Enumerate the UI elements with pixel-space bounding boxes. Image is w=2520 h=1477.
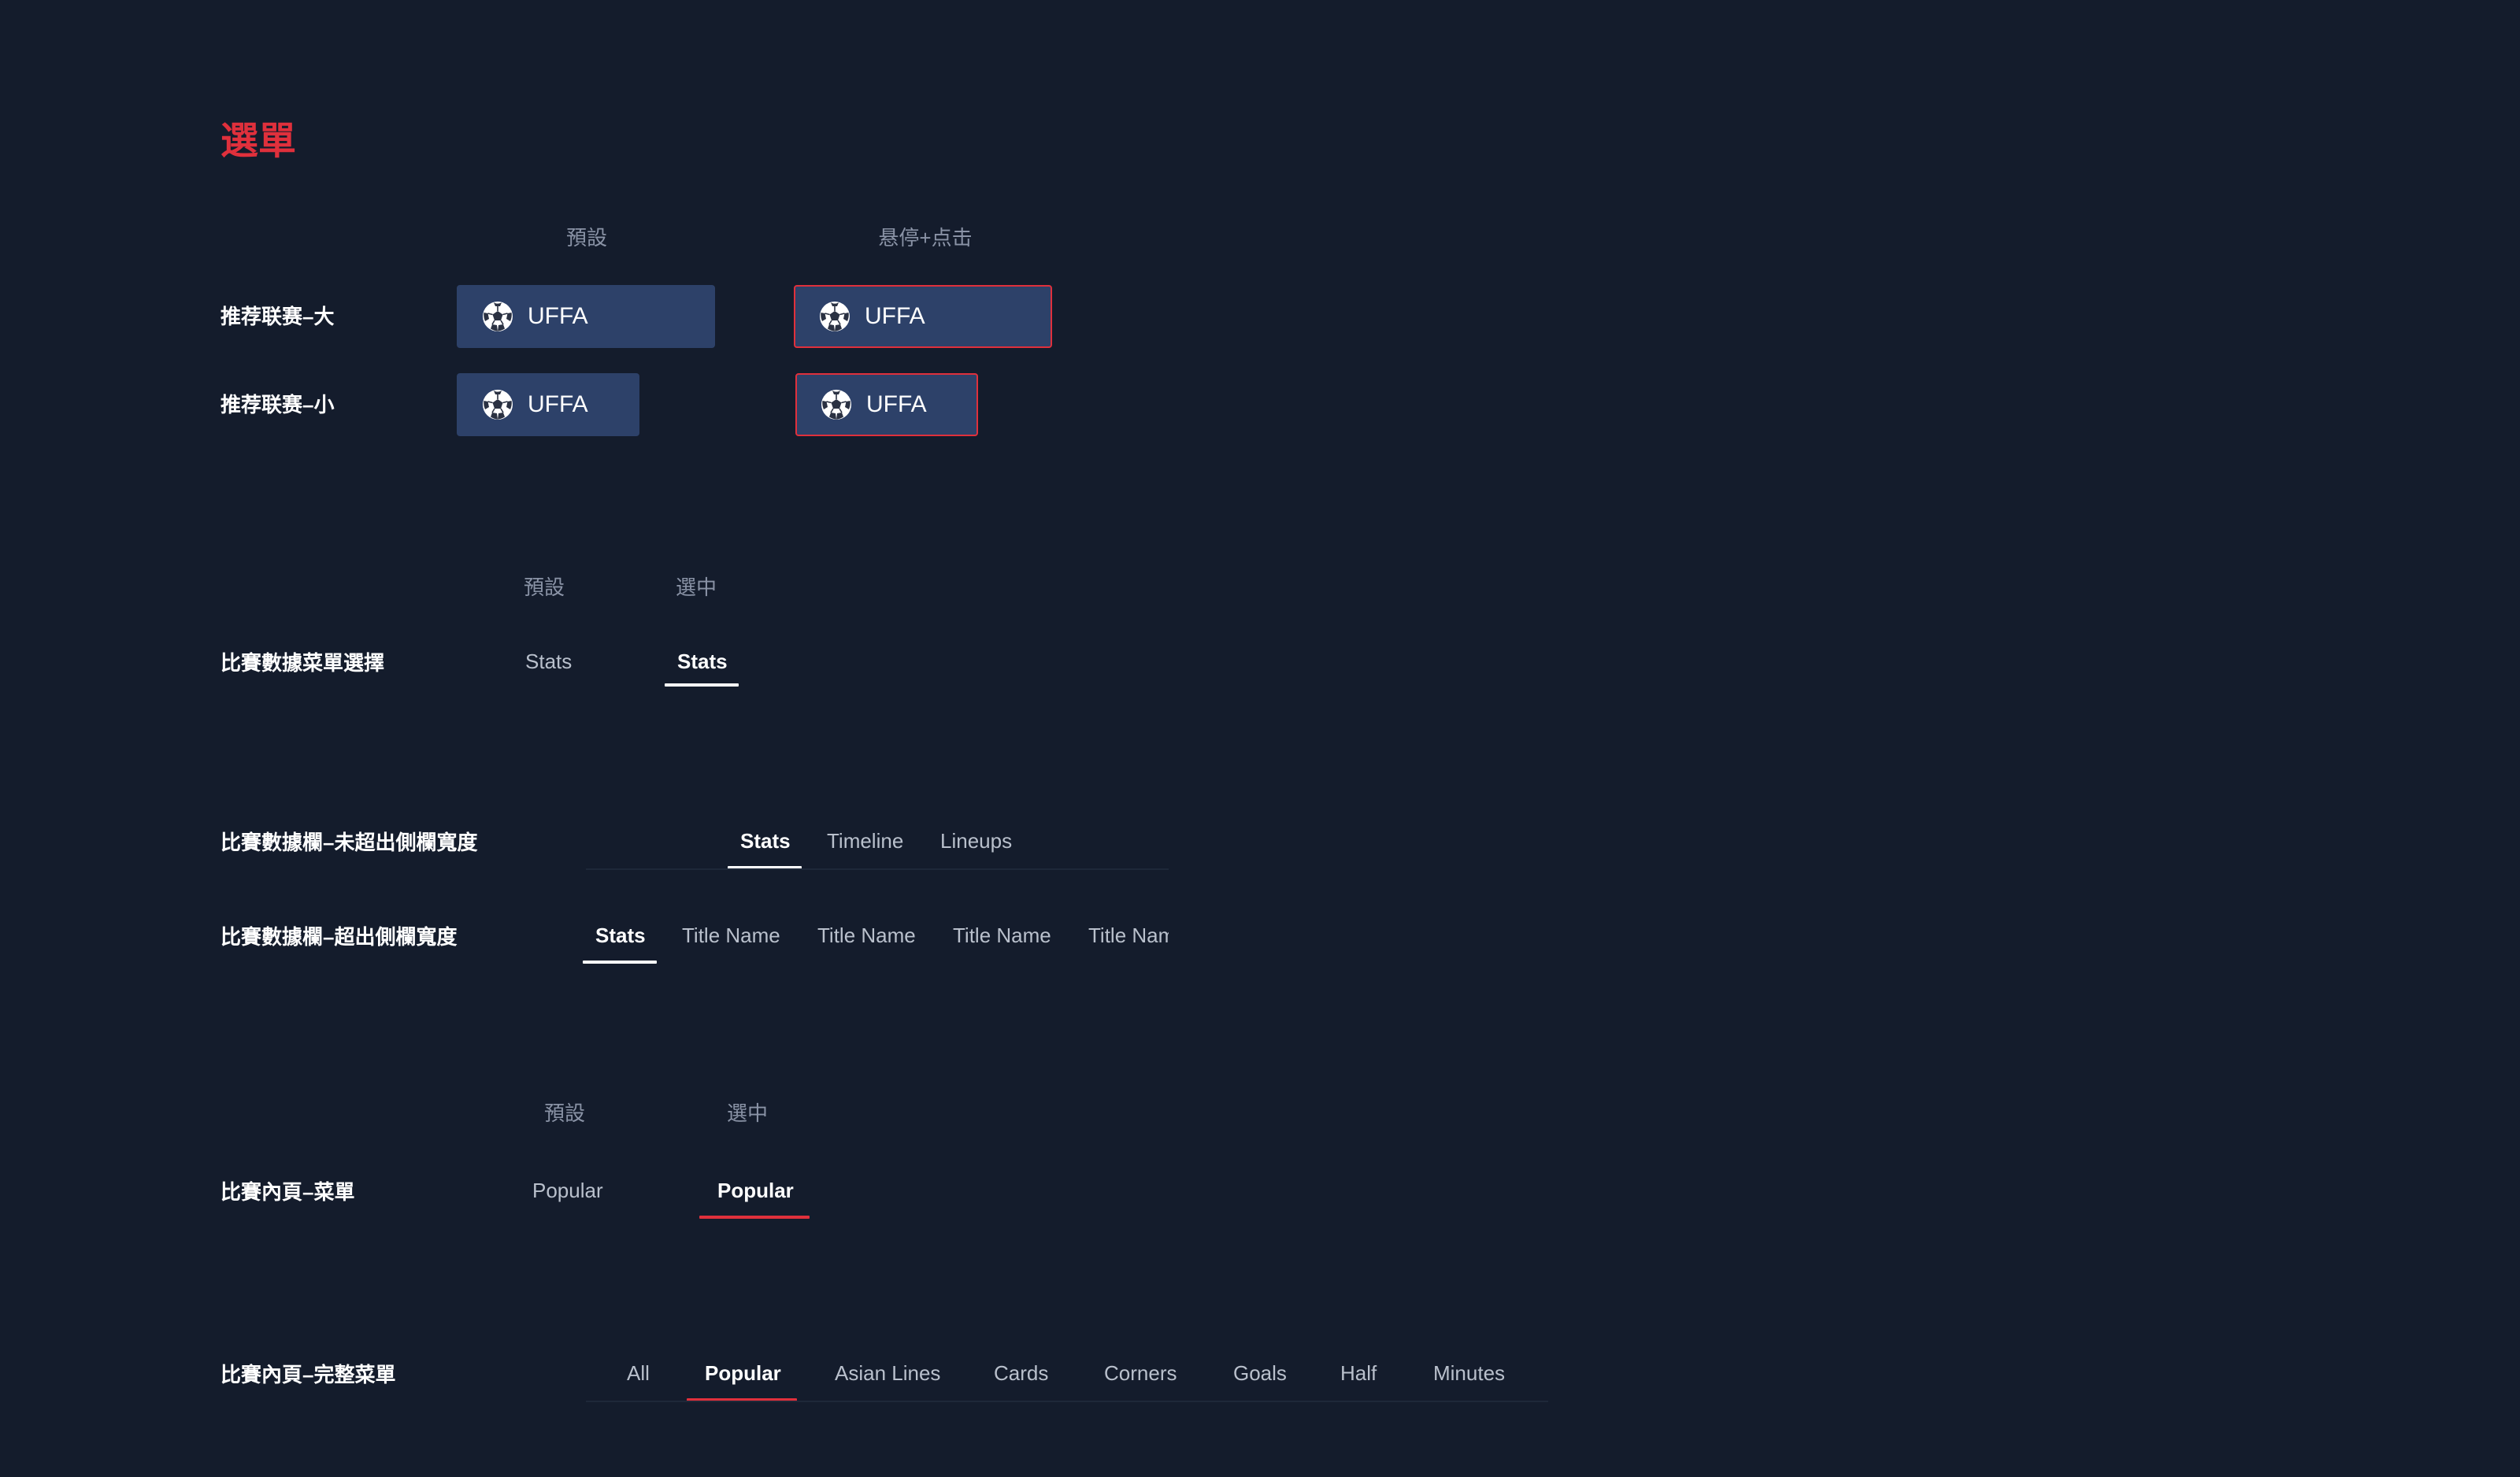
tab-lineups[interactable]: Lineups xyxy=(940,825,1012,857)
row-label-stats-bar-fit: 比賽數據欄–未超出側欄寬度 xyxy=(220,831,478,854)
tab-half[interactable]: Half xyxy=(1340,1357,1377,1389)
overflow-tab-strip[interactable]: Stats Title Name Title Name Title Name T… xyxy=(583,920,1169,967)
tab-selected-indicator xyxy=(665,683,739,687)
tab-title-name[interactable]: Title Name xyxy=(953,920,1051,951)
row-label-full-menu: 比賽內頁–完整菜單 xyxy=(220,1363,396,1386)
tab-stats-selected[interactable]: Stats xyxy=(677,646,728,677)
tab-stats-default[interactable]: Stats xyxy=(525,646,572,677)
league-chip-label: UFFA xyxy=(866,391,927,417)
tab-selected-indicator xyxy=(583,961,657,964)
column-header-default: 預設 xyxy=(565,226,608,250)
tab-timeline[interactable]: Timeline xyxy=(827,825,903,857)
soccer-ball-icon xyxy=(819,301,850,332)
column-header-default: 預設 xyxy=(523,576,565,599)
column-header-selected: 選中 xyxy=(726,1101,769,1125)
page-title: 選單 xyxy=(220,120,297,162)
tab-popular-selected[interactable]: Popular xyxy=(717,1175,794,1206)
tab-minutes[interactable]: Minutes xyxy=(1433,1357,1505,1389)
tab-title-name[interactable]: Title Name xyxy=(682,920,780,951)
tab-bar-divider xyxy=(586,1401,1548,1402)
row-label-stats-bar-overflow: 比賽數據欄–超出側欄寬度 xyxy=(220,925,458,949)
tab-goals[interactable]: Goals xyxy=(1233,1357,1287,1389)
tab-title-name[interactable]: Title Name xyxy=(817,920,916,951)
tab-cards[interactable]: Cards xyxy=(994,1357,1048,1389)
league-chip-small-default[interactable]: UFFA xyxy=(457,373,639,436)
row-label-stats-menu: 比賽數據菜單選擇 xyxy=(220,651,385,675)
league-chip-label: UFFA xyxy=(865,303,925,329)
league-chip-small-hover[interactable]: UFFA xyxy=(795,373,978,436)
tab-title-name[interactable]: Title Name xyxy=(1088,920,1169,951)
row-label-league-large: 推荐联赛–大 xyxy=(220,305,335,328)
tab-stats[interactable]: Stats xyxy=(595,920,646,951)
soccer-ball-icon xyxy=(482,301,513,332)
tab-stats[interactable]: Stats xyxy=(740,825,791,857)
soccer-ball-icon xyxy=(482,389,513,420)
tab-asian-lines[interactable]: Asian Lines xyxy=(835,1357,940,1389)
row-label-league-small: 推荐联赛–小 xyxy=(220,393,335,416)
column-header-hover-click: 悬停+点击 xyxy=(878,226,973,250)
tab-bar-divider xyxy=(586,868,1169,870)
league-chip-label: UFFA xyxy=(528,303,588,329)
tab-popular-default[interactable]: Popular xyxy=(532,1175,603,1206)
column-header-default: 預設 xyxy=(543,1101,586,1125)
tab-all[interactable]: All xyxy=(627,1357,650,1389)
column-header-selected: 選中 xyxy=(675,576,717,599)
tab-selected-indicator xyxy=(699,1216,810,1219)
row-label-match-menu: 比賽內頁–菜單 xyxy=(220,1180,355,1204)
tab-popular[interactable]: Popular xyxy=(705,1357,781,1389)
soccer-ball-icon xyxy=(821,389,852,420)
league-chip-large-default[interactable]: UFFA xyxy=(457,285,715,348)
tab-corners[interactable]: Corners xyxy=(1104,1357,1177,1389)
league-chip-large-hover[interactable]: UFFA xyxy=(794,285,1052,348)
league-chip-label: UFFA xyxy=(528,391,588,417)
